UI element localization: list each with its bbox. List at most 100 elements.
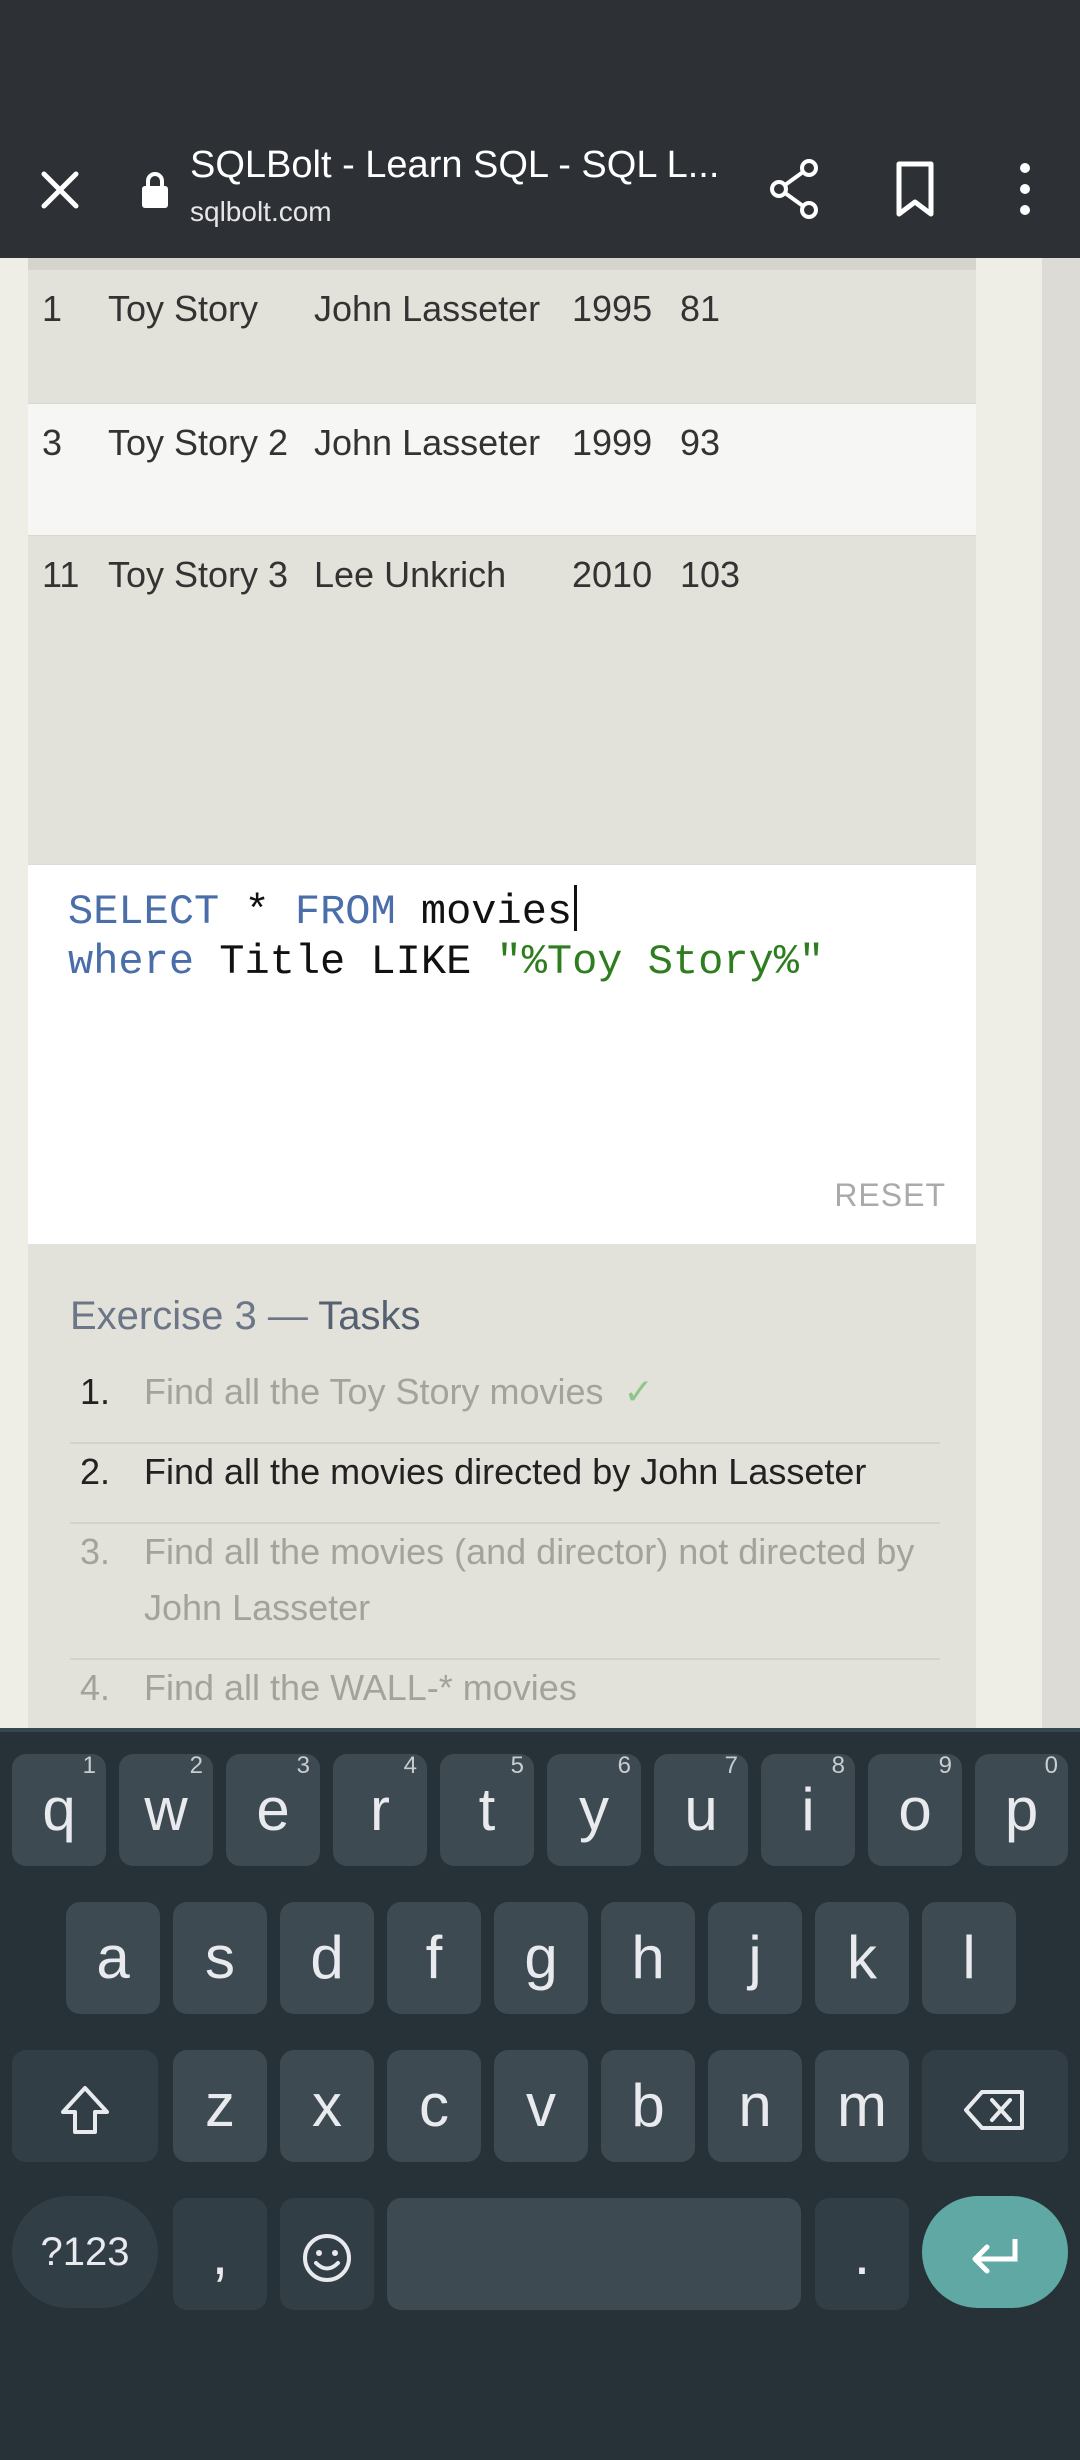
tasks-section: Exercise 3 — Tasks 1. Find all the Toy S… bbox=[28, 1244, 976, 1728]
exercise-panel: 1 Toy Story John Lasseter 1995 81 3 Toy … bbox=[28, 258, 976, 1728]
key-j[interactable]: j bbox=[708, 1902, 802, 2014]
cell-director: Lee Unkrich bbox=[314, 554, 507, 595]
shift-icon bbox=[61, 2086, 109, 2135]
task-item: 4. Find all the WALL-* movies bbox=[70, 1660, 940, 1728]
emoji-icon bbox=[303, 2234, 351, 2283]
key-n[interactable]: n bbox=[708, 2050, 802, 2162]
key-e[interactable]: e3 bbox=[226, 1752, 320, 1866]
backspace-icon bbox=[964, 2090, 1024, 2131]
table-row: 1 Toy Story John Lasseter 1995 81 bbox=[28, 270, 976, 403]
key-s[interactable]: s bbox=[173, 1902, 267, 2014]
task-text: Find all the movies directed by John Las… bbox=[144, 1451, 867, 1492]
enter-key[interactable] bbox=[922, 2196, 1068, 2308]
key-label: r bbox=[370, 1776, 390, 1843]
cell-length: 81 bbox=[680, 288, 721, 329]
browser-toolbar: SQLBolt - Learn SQL - SQL L... sqlbolt.c… bbox=[0, 132, 1080, 258]
cell-id: 1 bbox=[42, 288, 63, 329]
task-label: Find all the Toy Story movies bbox=[144, 1371, 604, 1412]
symbols-key[interactable]: ?123 bbox=[12, 2196, 158, 2308]
cell-length: 103 bbox=[680, 554, 741, 595]
key-hint: 3 bbox=[296, 1752, 310, 1779]
table-row: 11 Toy Story 3 Lee Unkrich 2010 103 bbox=[28, 536, 976, 669]
key-label: i bbox=[801, 1776, 815, 1843]
sql-text: Title LIKE bbox=[194, 938, 497, 986]
task-text: Find all the WALL-* movies bbox=[144, 1667, 577, 1708]
key-hint: 9 bbox=[938, 1752, 952, 1779]
task-number: 2. bbox=[79, 1451, 110, 1492]
tasks-heading-exercise: Exercise 3 bbox=[70, 1294, 257, 1338]
sql-string: "%Toy Story%" bbox=[496, 938, 825, 986]
page-title[interactable]: SQLBolt - Learn SQL - SQL L... bbox=[190, 144, 719, 187]
page-url[interactable]: sqlbolt.com bbox=[190, 196, 332, 228]
cell-id: 11 bbox=[42, 554, 80, 595]
table-row: 3 Toy Story 2 John Lasseter 1999 93 bbox=[28, 403, 976, 536]
key-b[interactable]: b bbox=[601, 2050, 695, 2162]
task-number: 1. bbox=[79, 1371, 110, 1412]
shift-key[interactable] bbox=[12, 2050, 158, 2162]
sql-keyword: SELECT bbox=[68, 888, 220, 936]
key-comma[interactable]: , bbox=[173, 2198, 267, 2310]
key-q[interactable]: q1 bbox=[12, 1752, 106, 1866]
key-o[interactable]: o9 bbox=[868, 1752, 962, 1866]
task-number: 4. bbox=[79, 1667, 110, 1708]
close-icon[interactable] bbox=[30, 160, 90, 220]
key-k[interactable]: k bbox=[815, 1902, 909, 2014]
key-label: p bbox=[1004, 1776, 1039, 1843]
key-label: q bbox=[42, 1776, 76, 1843]
key-hint: 1 bbox=[82, 1752, 96, 1779]
cell-director: John Lasseter bbox=[314, 288, 541, 329]
cell-year: 1995 bbox=[572, 288, 653, 329]
key-w[interactable]: w2 bbox=[119, 1752, 213, 1866]
key-t[interactable]: t5 bbox=[440, 1752, 534, 1866]
key-d[interactable]: d bbox=[280, 1902, 374, 2014]
more-options-icon[interactable] bbox=[1000, 154, 1050, 224]
key-m[interactable]: m bbox=[815, 2050, 909, 2162]
key-label: w bbox=[144, 1776, 188, 1843]
key-hint: 4 bbox=[403, 1752, 417, 1779]
key-a[interactable]: a bbox=[66, 1902, 160, 2014]
key-l[interactable]: l bbox=[922, 1902, 1016, 2014]
key-period[interactable]: . bbox=[815, 2198, 909, 2310]
key-label: t bbox=[478, 1776, 496, 1843]
cell-length: 93 bbox=[680, 422, 721, 463]
key-y[interactable]: y6 bbox=[547, 1752, 641, 1866]
cell-director: John Lasseter bbox=[314, 422, 541, 463]
key-p[interactable]: p0 bbox=[975, 1752, 1068, 1866]
emoji-key[interactable] bbox=[280, 2198, 374, 2310]
key-hint: 6 bbox=[617, 1752, 631, 1779]
tasks-heading-separator: — bbox=[256, 1294, 319, 1338]
key-label: o bbox=[898, 1776, 932, 1843]
text-caret bbox=[574, 885, 578, 931]
cell-year: 2010 bbox=[572, 554, 653, 595]
key-hint: 8 bbox=[831, 1752, 845, 1779]
key-f[interactable]: f bbox=[387, 1902, 481, 2014]
key-u[interactable]: u7 bbox=[654, 1752, 748, 1866]
cell-title: Toy Story 2 bbox=[108, 422, 289, 463]
task-item: 3. Find all the movies (and director) no… bbox=[70, 1524, 940, 1660]
key-hint: 0 bbox=[1044, 1752, 1058, 1779]
reset-button[interactable]: RESET bbox=[834, 1177, 946, 1214]
key-g[interactable]: g bbox=[494, 1902, 588, 2014]
sql-code[interactable]: SELECT * FROM movies where Title LIKE "%… bbox=[68, 885, 824, 987]
key-x[interactable]: x bbox=[280, 2050, 374, 2162]
key-h[interactable]: h bbox=[601, 1902, 695, 2014]
on-screen-keyboard: q1 w2 e3 r4 t5 y6 u7 i8 o9 p0 a s d f g … bbox=[0, 1728, 1080, 2460]
bookmark-icon[interactable] bbox=[885, 154, 945, 224]
key-r[interactable]: r4 bbox=[333, 1752, 427, 1866]
cell-title: Toy Story bbox=[108, 288, 259, 329]
backspace-key[interactable] bbox=[922, 2050, 1068, 2162]
share-icon[interactable] bbox=[765, 154, 825, 224]
key-z[interactable]: z bbox=[173, 2050, 267, 2162]
enter-icon bbox=[972, 2239, 1018, 2274]
tasks-heading-label: Tasks bbox=[318, 1294, 421, 1338]
task-item: 1. Find all the Toy Story movies ✓ bbox=[70, 1364, 940, 1444]
key-v[interactable]: v bbox=[494, 2050, 588, 2162]
cell-title: Toy Story 3 bbox=[108, 554, 289, 595]
checkmark-icon: ✓ bbox=[623, 1371, 654, 1412]
key-i[interactable]: i8 bbox=[761, 1752, 855, 1866]
space-key[interactable] bbox=[387, 2198, 801, 2310]
cell-year: 1999 bbox=[572, 422, 653, 463]
sql-editor[interactable]: SELECT * FROM movies where Title LIKE "%… bbox=[28, 864, 976, 1244]
task-text: Find all the movies (and director) not d… bbox=[144, 1531, 915, 1628]
key-c[interactable]: c bbox=[387, 2050, 481, 2162]
